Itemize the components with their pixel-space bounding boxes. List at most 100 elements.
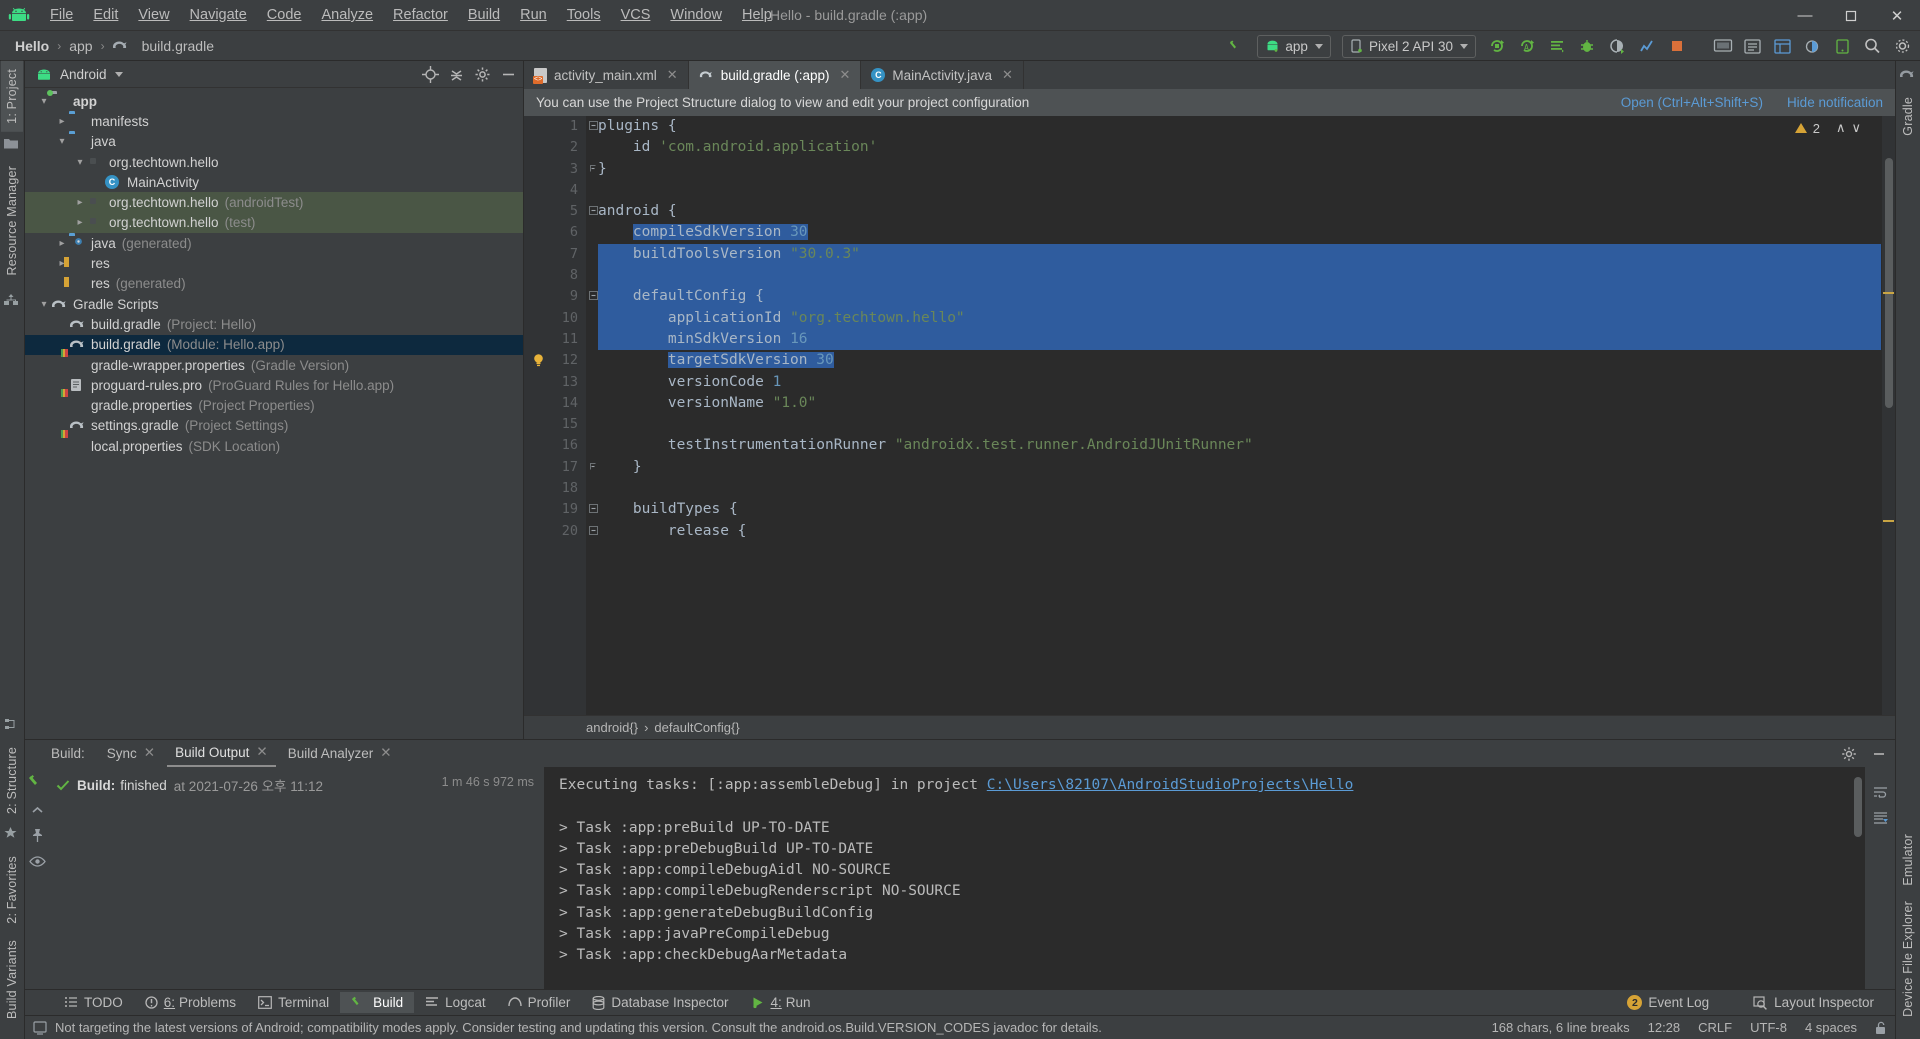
- close-icon[interactable]: ✕: [667, 67, 678, 83]
- line-number[interactable]: 1: [524, 116, 598, 137]
- build-console[interactable]: Executing tasks: [:app:assembleDebug] in…: [545, 767, 1865, 989]
- bottom-window-todo[interactable]: TODO: [53, 992, 134, 1013]
- theme-editor-icon[interactable]: [1799, 34, 1826, 58]
- status-caret-position[interactable]: 12:28: [1648, 1020, 1681, 1035]
- collapse-icon[interactable]: [30, 804, 45, 816]
- avd-manager-icon[interactable]: [1709, 34, 1736, 58]
- gradle-icon[interactable]: [1899, 67, 1917, 85]
- bottom-window-problems[interactable]: 6: Problems: [134, 992, 247, 1013]
- menu-run[interactable]: Run: [510, 4, 557, 26]
- bottom-window-build[interactable]: Build: [340, 992, 415, 1013]
- close-icon[interactable]: ✕: [840, 67, 851, 83]
- close-icon[interactable]: ✕: [144, 745, 155, 761]
- sdk-manager-icon[interactable]: [1739, 34, 1766, 58]
- line-number[interactable]: 17: [524, 457, 596, 478]
- code-content[interactable]: plugins { id 'com.android.application'} …: [586, 116, 1881, 715]
- code-line[interactable]: targetSdkVersion 30: [598, 350, 1881, 371]
- chevron-right-icon[interactable]: ▸: [55, 238, 69, 249]
- sidebar-item-device-file-explorer[interactable]: Device File Explorer: [1897, 893, 1919, 1025]
- menu-refactor[interactable]: Refactor: [383, 4, 458, 26]
- tree-node[interactable]: ▾ Gradle Scripts: [25, 294, 523, 314]
- open-project-structure-link[interactable]: Open (Ctrl+Alt+Shift+S): [1621, 95, 1763, 110]
- line-number[interactable]: 10: [524, 308, 586, 329]
- code-line[interactable]: applicationId "org.techtown.hello": [598, 307, 1881, 329]
- unlocked-icon[interactable]: [1875, 1021, 1887, 1034]
- status-indent[interactable]: 4 spaces: [1805, 1020, 1857, 1035]
- line-number[interactable]: 13: [524, 372, 586, 393]
- device-selector[interactable]: Pixel 2 API 30: [1341, 34, 1476, 58]
- sidebar-item-project[interactable]: 1: Project: [1, 61, 23, 132]
- editor-marker-bar[interactable]: [1881, 116, 1895, 715]
- build-hammer-icon[interactable]: [28, 773, 47, 792]
- tree-node[interactable]: ▸ org.techtown.hello (androidTest): [25, 192, 523, 213]
- sidebar-item-build-variants[interactable]: Build Variants: [1, 932, 23, 1027]
- sidebar-item-favorites[interactable]: 2: Favorites: [1, 848, 23, 932]
- close-icon[interactable]: ✕: [1002, 67, 1013, 83]
- chevron-right-icon[interactable]: ▸: [73, 217, 87, 228]
- line-number[interactable]: 11: [524, 329, 586, 350]
- line-number[interactable]: 19: [524, 499, 598, 520]
- profiler-icon[interactable]: [1633, 34, 1660, 58]
- menu-build[interactable]: Build: [458, 4, 510, 26]
- tab-activity-main-xml[interactable]: activity_main.xml ✕: [524, 61, 689, 89]
- tree-node[interactable]: settings.gradle (Project Settings): [25, 416, 523, 436]
- breadcrumb-project[interactable]: Hello: [10, 36, 54, 56]
- close-icon[interactable]: ✕: [380, 745, 391, 761]
- code-line[interactable]: }: [598, 159, 1881, 180]
- line-number[interactable]: 5: [524, 201, 598, 222]
- console-scrollbar-thumb[interactable]: [1854, 777, 1862, 837]
- menu-tools[interactable]: Tools: [557, 4, 611, 26]
- code-line[interactable]: [598, 265, 1881, 287]
- breadcrumb-android-block[interactable]: android{}: [586, 720, 638, 735]
- code-line[interactable]: compileSdkVersion 30: [598, 222, 1881, 243]
- favorites-star-icon[interactable]: [3, 826, 21, 844]
- tree-node[interactable]: proguard-rules.pro (ProGuard Rules for He…: [25, 375, 523, 395]
- structure-tree-icon[interactable]: [3, 293, 21, 311]
- tree-node[interactable]: build.gradle (Module: Hello.app): [25, 334, 523, 355]
- chevron-right-icon[interactable]: ▸: [73, 197, 87, 208]
- device-manager-icon[interactable]: [1829, 34, 1856, 58]
- pin-icon[interactable]: [30, 828, 45, 843]
- tree-node[interactable]: ▾ org.techtown.hello: [25, 152, 523, 172]
- wrap-text-icon[interactable]: [1872, 785, 1889, 799]
- run-with-coverage-icon[interactable]: [1603, 34, 1630, 58]
- line-number[interactable]: 2: [524, 137, 586, 158]
- target-icon[interactable]: [422, 65, 439, 83]
- line-number[interactable]: 3: [524, 159, 596, 180]
- code-line[interactable]: buildTypes {: [598, 499, 1881, 520]
- project-scope-label[interactable]: Android: [60, 67, 107, 82]
- bottom-window-terminal[interactable]: Terminal: [247, 992, 340, 1013]
- tree-node[interactable]: ▾ java: [25, 132, 523, 152]
- line-number[interactable]: 6: [524, 222, 586, 243]
- tree-node[interactable]: ▸ res: [25, 253, 523, 273]
- debug-icon[interactable]: [1573, 34, 1600, 58]
- close-icon[interactable]: ✕: [256, 744, 267, 760]
- code-line[interactable]: [598, 478, 1881, 499]
- editor-scrollbar-thumb[interactable]: [1885, 158, 1893, 408]
- collapse-all-icon[interactable]: [448, 66, 465, 83]
- menu-code[interactable]: Code: [257, 4, 312, 26]
- project-path-link[interactable]: C:\Users\82107\AndroidStudioProjects\Hel…: [987, 777, 1354, 793]
- scroll-to-end-icon[interactable]: [1872, 811, 1889, 825]
- code-line[interactable]: id 'com.android.application': [598, 137, 1881, 158]
- tree-node[interactable]: gradle-wrapper.properties (Gradle Version…: [25, 355, 523, 375]
- code-editor[interactable]: 1 2 3 4 5 6 7 8 9 10 11 12 13 14 15 16 17 18 19 20 plugins …: [524, 116, 1895, 715]
- layout-editor-icon[interactable]: [1769, 34, 1796, 58]
- line-number[interactable]: 8: [524, 265, 586, 286]
- code-line[interactable]: defaultConfig {: [598, 286, 1881, 308]
- tree-node[interactable]: ▸ org.techtown.hello (test): [25, 212, 523, 234]
- make-project-icon[interactable]: [1223, 34, 1250, 58]
- bottom-window-profiler[interactable]: Profiler: [497, 992, 582, 1013]
- chevron-down-icon[interactable]: ▾: [37, 299, 51, 310]
- sidebar-item-resource-manager[interactable]: Resource Manager: [1, 158, 23, 284]
- tab-build-gradle-app[interactable]: build.gradle (:app) ✕: [688, 61, 862, 89]
- tree-node[interactable]: build.gradle (Project: Hello): [25, 314, 523, 334]
- code-line[interactable]: release {: [598, 521, 1881, 542]
- resource-folder-icon[interactable]: [3, 136, 21, 154]
- menu-window[interactable]: Window: [660, 4, 732, 26]
- line-number-gutter[interactable]: 1 2 3 4 5 6 7 8 9 10 11 12 13 14 15 16 17 18 19 20: [524, 116, 598, 715]
- status-encoding[interactable]: UTF-8: [1750, 1020, 1787, 1035]
- close-button[interactable]: ✕: [1874, 0, 1920, 31]
- bottom-window-database-inspector[interactable]: Database Inspector: [581, 992, 739, 1013]
- code-line[interactable]: plugins {: [598, 116, 1881, 137]
